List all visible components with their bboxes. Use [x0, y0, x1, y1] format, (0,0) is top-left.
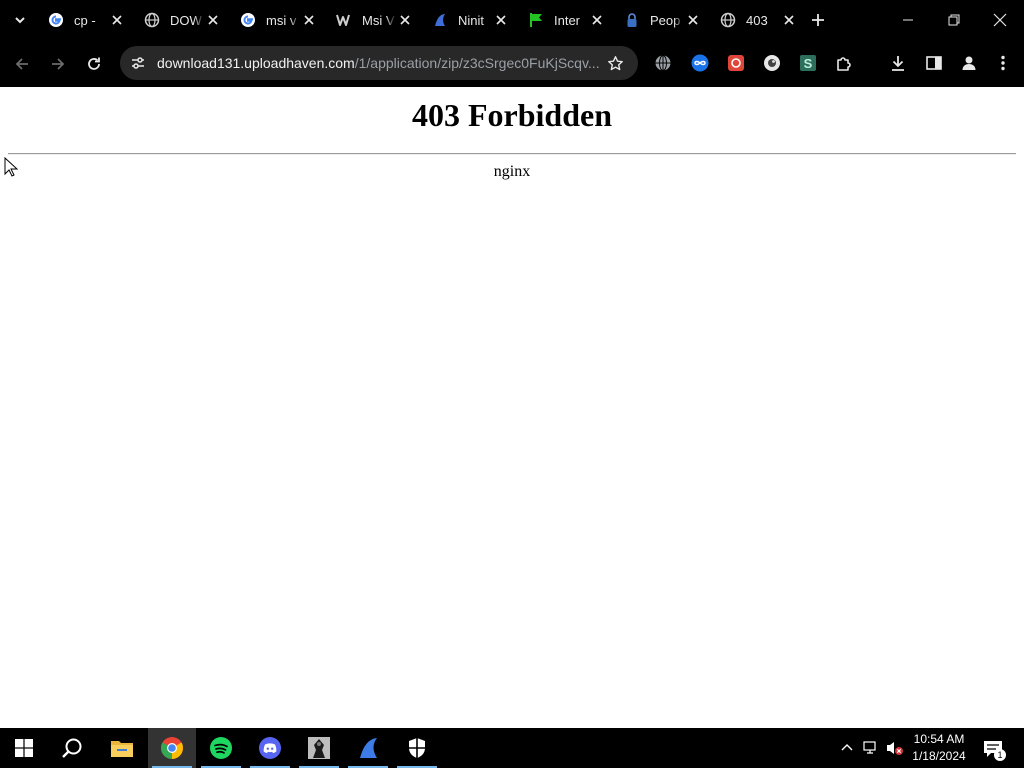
- more-menu-icon[interactable]: [993, 53, 1013, 73]
- tab-title: cp -: [74, 12, 96, 28]
- windows-security-icon[interactable]: [393, 728, 441, 768]
- tab-search-chevron-icon[interactable]: [8, 9, 32, 31]
- close-tab-icon[interactable]: [686, 13, 700, 27]
- spotify-icon[interactable]: [197, 728, 245, 768]
- volume-muted-icon[interactable]: [886, 738, 904, 758]
- tab-2[interactable]: msi v: [232, 6, 328, 34]
- lock-icon: [624, 12, 640, 28]
- profile-avatar-icon[interactable]: [959, 53, 979, 73]
- game-app-icon[interactable]: [295, 728, 343, 768]
- translate-globe-icon[interactable]: [653, 53, 673, 73]
- tab-0[interactable]: cp -: [40, 6, 136, 34]
- chrome-taskbar-icon[interactable]: [148, 728, 196, 768]
- server-name: nginx: [493, 163, 531, 180]
- tab-1[interactable]: DOW: [136, 6, 232, 34]
- notification-count-badge: 1: [994, 749, 1006, 761]
- discord-icon[interactable]: [246, 728, 294, 768]
- side-panel-icon[interactable]: [924, 53, 944, 73]
- address-bar[interactable]: download131.uploadhaven.com/1/applicatio…: [120, 46, 638, 80]
- clock-date: 1/18/2024: [912, 749, 966, 763]
- tab-title: msi v: [266, 12, 297, 28]
- clock[interactable]: 10:54 AM 1/18/2024: [906, 731, 972, 765]
- site-info-tune-icon[interactable]: [128, 53, 148, 73]
- ghost-extension-icon[interactable]: [762, 53, 782, 73]
- close-window-icon[interactable]: [988, 8, 1012, 32]
- globe-icon: [144, 12, 160, 28]
- ninite-icon: [432, 12, 448, 28]
- close-tab-icon[interactable]: [782, 13, 796, 27]
- svg-text:S: S: [804, 56, 813, 71]
- green-flag-icon: [528, 12, 544, 28]
- bookmark-star-icon[interactable]: [606, 54, 624, 72]
- network-icon[interactable]: [862, 738, 880, 758]
- error-heading: 403 Forbidden: [411, 97, 613, 133]
- close-tab-icon[interactable]: [590, 13, 604, 27]
- w-logo-icon: [336, 12, 352, 28]
- tab-title: DOW: [170, 12, 202, 28]
- back-arrow-icon[interactable]: [10, 52, 34, 76]
- tab-title: Ninit: [458, 12, 485, 28]
- tab-5[interactable]: Inter: [520, 6, 616, 34]
- tab-6[interactable]: Peop: [616, 6, 712, 34]
- infinity-extension-icon[interactable]: [690, 53, 710, 73]
- extensions-puzzle-icon[interactable]: [834, 53, 854, 73]
- close-tab-icon[interactable]: [206, 13, 220, 27]
- browser-toolbar: download131.uploadhaven.com/1/applicatio…: [0, 41, 1024, 87]
- action-center-icon[interactable]: 1: [980, 737, 1006, 761]
- tab-strip: cp - DOW msi v Msi V Ninit Inter Peop 40…: [0, 0, 1024, 41]
- s-extension-icon[interactable]: S: [798, 53, 818, 73]
- red-square-extension-icon[interactable]: [726, 53, 746, 73]
- close-tab-icon[interactable]: [494, 13, 508, 27]
- tab-title: Peop: [650, 12, 681, 28]
- forward-arrow-icon[interactable]: [46, 52, 70, 76]
- clock-time: 10:54 AM: [913, 732, 965, 746]
- tab-title: Msi V: [362, 12, 395, 28]
- web-page-content: 403 Forbidden nginx: [0, 87, 1024, 728]
- globe-icon: [720, 12, 736, 28]
- tab-7-active[interactable]: 403: [712, 6, 808, 34]
- tab-4[interactable]: Ninit: [424, 6, 520, 34]
- file-explorer-icon[interactable]: [98, 728, 146, 768]
- restore-icon[interactable]: [942, 8, 966, 32]
- show-hidden-icons-chevron-icon[interactable]: [838, 738, 856, 758]
- windows-start-icon[interactable]: [0, 728, 48, 768]
- new-tab-plus-icon[interactable]: [808, 10, 828, 30]
- close-tab-icon[interactable]: [110, 13, 124, 27]
- tab-title: 403: [746, 12, 768, 28]
- minimize-icon[interactable]: [896, 8, 920, 32]
- google-icon: [240, 12, 256, 28]
- close-tab-icon[interactable]: [398, 13, 412, 27]
- google-icon: [48, 12, 64, 28]
- tab-title: Inter: [554, 12, 581, 28]
- mouse-pointer-icon: [4, 157, 18, 177]
- tab-3[interactable]: Msi V: [328, 6, 424, 34]
- url-path: /1/application/zip/z3cSrgec0FuKjScqv...: [354, 55, 599, 71]
- close-tab-icon[interactable]: [302, 13, 316, 27]
- windows-taskbar: 10:54 AM 1/18/2024 1: [0, 728, 1024, 768]
- download-icon[interactable]: [888, 53, 908, 73]
- search-icon[interactable]: [48, 728, 96, 768]
- url-host: download131.uploadhaven.com: [157, 55, 355, 71]
- reload-icon[interactable]: [82, 52, 106, 76]
- divider: [8, 153, 1016, 155]
- url-text[interactable]: download131.uploadhaven.com/1/applicatio…: [157, 55, 599, 71]
- ninite-taskbar-icon[interactable]: [344, 728, 392, 768]
